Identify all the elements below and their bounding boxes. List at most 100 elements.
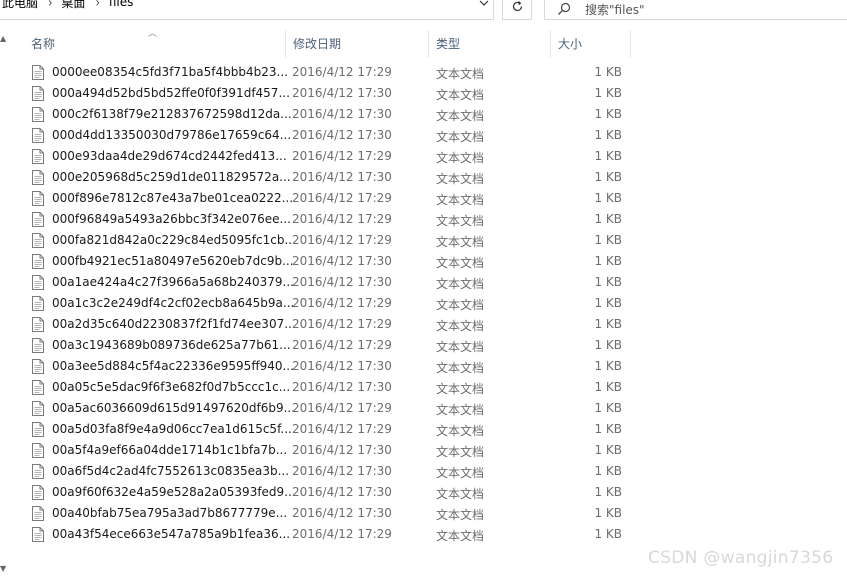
file-row[interactable]: 00a6f5d4c2ad4fc7552613c0835ea3b... 2016/4…: [24, 461, 634, 482]
file-row[interactable]: 00a2d35c640d2230837f2f1fd74ee307... 2016/…: [24, 314, 634, 335]
file-type: 文本文档: [436, 466, 485, 480]
column-header-row: 名称 ︿ 修改日期 类型 大小: [24, 29, 644, 58]
column-header-date[interactable]: 修改日期: [286, 30, 429, 58]
file-name: 000e205968d5c259d1de011829572a...: [52, 170, 291, 184]
text-file-icon: [32, 128, 44, 143]
file-row[interactable]: 000e93daa4de29d674cd2442fed413... 2016/4/…: [24, 146, 634, 167]
sort-ascending-icon: ︿: [148, 29, 158, 39]
file-row[interactable]: 00a1c3c2e249df4c2cf02ecb8a645b9a... 2016/…: [24, 293, 634, 314]
file-type: 文本文档: [436, 445, 485, 459]
file-row[interactable]: 000f896e7812c87e43a7be01cea0222... 2016/4…: [24, 188, 634, 209]
file-row[interactable]: 00a5f4a9ef66a04dde1714b1c1bfa7b... 2016/4…: [24, 440, 634, 461]
file-name: 00a2d35c640d2230837f2f1fd74ee307...: [52, 317, 296, 331]
file-name: 000e93daa4de29d674cd2442fed413...: [52, 149, 287, 163]
text-file-icon: [32, 527, 44, 542]
column-header-size[interactable]: 大小: [551, 30, 631, 58]
breadcrumb: 此电脑 › 桌面 › files: [2, 0, 137, 10]
chevron-down-icon: [479, 0, 489, 6]
column-header-type[interactable]: 类型: [429, 30, 551, 58]
file-date: 2016/4/12 17:30: [292, 359, 392, 373]
text-file-icon: [32, 65, 44, 80]
file-name: 000a494d52bd5bd52ffe0f0f391df457...: [52, 86, 290, 100]
text-file-icon: [32, 86, 44, 101]
chevron-right-icon[interactable]: ›: [42, 0, 61, 10]
file-row[interactable]: 000fb4921ec51a80497e5620eb7dc9b... 2016/4…: [24, 251, 634, 272]
file-name: 0000ee08354c5fd3f71ba5f4bbb4b23...: [52, 65, 288, 79]
file-name: 00a3c1943689b089736de625a77b61...: [52, 338, 291, 352]
file-name: 00a5ac6036609d615d91497620df6b9...: [52, 401, 296, 415]
file-name: 00a5d03fa8f9e4a9d06cc7ea1d615c5f...: [52, 422, 292, 436]
file-name: 000f896e7812c87e43a7be01cea0222...: [52, 191, 294, 205]
file-name: 000f96849a5493a26bbc3f342e076ee...: [52, 212, 291, 226]
text-file-icon: [32, 170, 44, 185]
file-size: 1 KB: [594, 65, 622, 79]
file-row[interactable]: 00a3ee5d884c5f4ac22336e9595ff940... 2016/…: [24, 356, 634, 377]
file-row[interactable]: 00a5d03fa8f9e4a9d06cc7ea1d615c5f... 2016/…: [24, 419, 634, 440]
file-row[interactable]: 000e205968d5c259d1de011829572a... 2016/4/…: [24, 167, 634, 188]
file-row[interactable]: 00a05c5e5dac9f6f3e682f0d7b5ccc1c... 2016/…: [24, 377, 634, 398]
search-box[interactable]: 搜索"files": [544, 0, 847, 20]
file-size: 1 KB: [594, 401, 622, 415]
text-file-icon: [32, 338, 44, 353]
text-file-icon: [32, 401, 44, 416]
breadcrumb-item-desktop[interactable]: 桌面: [61, 0, 89, 11]
search-input[interactable]: 搜索"files": [585, 1, 645, 18]
file-date: 2016/4/12 17:30: [292, 170, 392, 184]
file-name: 00a5f4a9ef66a04dde1714b1c1bfa7b...: [52, 443, 288, 457]
file-date: 2016/4/12 17:29: [292, 317, 392, 331]
chevron-right-icon[interactable]: ›: [89, 0, 108, 10]
text-file-icon: [32, 422, 44, 437]
file-date: 2016/4/12 17:30: [292, 485, 392, 499]
file-row[interactable]: 000a494d52bd5bd52ffe0f0f391df457... 2016/…: [24, 83, 634, 104]
file-row[interactable]: 00a5ac6036609d615d91497620df6b9... 2016/4…: [24, 398, 634, 419]
file-type: 文本文档: [436, 361, 485, 375]
file-size: 1 KB: [594, 233, 622, 247]
file-row[interactable]: 00a1ae424a4c27f3966a5a68b240379... 2016/4…: [24, 272, 634, 293]
search-icon: [558, 2, 571, 15]
file-row[interactable]: 000fa821d842a0c229c84ed5095fc1cb... 2016/…: [24, 230, 634, 251]
file-size: 1 KB: [594, 422, 622, 436]
file-type: 文本文档: [436, 67, 485, 81]
file-size: 1 KB: [594, 107, 622, 121]
file-date: 2016/4/12 17:30: [292, 443, 392, 457]
file-row[interactable]: 000d4dd13350030d79786e17659c64... 2016/4/…: [24, 125, 634, 146]
file-type: 文本文档: [436, 109, 485, 123]
breadcrumb-item-files[interactable]: files: [109, 0, 138, 9]
file-row[interactable]: 0000ee08354c5fd3f71ba5f4bbb4b23... 2016/4…: [24, 62, 634, 83]
file-size: 1 KB: [594, 86, 622, 100]
file-row[interactable]: 00a9f60f632e4a59e528a2a05393fed9... 2016/…: [24, 482, 634, 503]
scroll-up-icon[interactable]: ▲: [0, 34, 6, 43]
file-row[interactable]: 00a43f54ece663e547a785a9b1fea36... 2016/4…: [24, 524, 634, 545]
address-bar[interactable]: 此电脑 › 桌面 › files: [0, 0, 494, 20]
file-date: 2016/4/12 17:30: [292, 254, 392, 268]
file-date: 2016/4/12 17:29: [292, 527, 392, 541]
file-type: 文本文档: [436, 193, 485, 207]
file-name: 000d4dd13350030d79786e17659c64...: [52, 128, 292, 142]
file-name: 00a6f5d4c2ad4fc7552613c0835ea3b...: [52, 464, 290, 478]
refresh-button[interactable]: [502, 0, 532, 20]
file-size: 1 KB: [594, 443, 622, 457]
text-file-icon: [32, 443, 44, 458]
scroll-down-icon[interactable]: ▼: [0, 564, 6, 573]
file-row[interactable]: 000c2f6138f79e212837672598d12da... 2016/4…: [24, 104, 634, 125]
file-row[interactable]: 00a3c1943689b089736de625a77b61... 2016/4/…: [24, 335, 634, 356]
text-file-icon: [32, 107, 44, 122]
address-history-dropdown[interactable]: [475, 0, 493, 12]
file-size: 1 KB: [594, 275, 622, 289]
file-size: 1 KB: [594, 191, 622, 205]
refresh-icon: [512, 1, 522, 12]
file-name: 00a1c3c2e249df4c2cf02ecb8a645b9a...: [52, 296, 295, 310]
file-row[interactable]: 00a40bfab75ea795a3ad7b8677779e... 2016/4/…: [24, 503, 634, 524]
file-size: 1 KB: [594, 212, 622, 226]
file-type: 文本文档: [436, 508, 485, 522]
file-name: 000fa821d842a0c229c84ed5095fc1cb...: [52, 233, 296, 247]
file-type: 文本文档: [436, 340, 485, 354]
text-file-icon: [32, 464, 44, 479]
vertical-scrollbar[interactable]: ▲ ▼: [0, 26, 9, 578]
breadcrumb-item-this-pc[interactable]: 此电脑: [2, 0, 42, 11]
file-date: 2016/4/12 17:30: [292, 128, 392, 142]
file-date: 2016/4/12 17:30: [292, 107, 392, 121]
file-list: 0000ee08354c5fd3f71ba5f4bbb4b23... 2016/4…: [24, 62, 644, 552]
file-row[interactable]: 000f96849a5493a26bbc3f342e076ee... 2016/4…: [24, 209, 634, 230]
file-size: 1 KB: [594, 359, 622, 373]
